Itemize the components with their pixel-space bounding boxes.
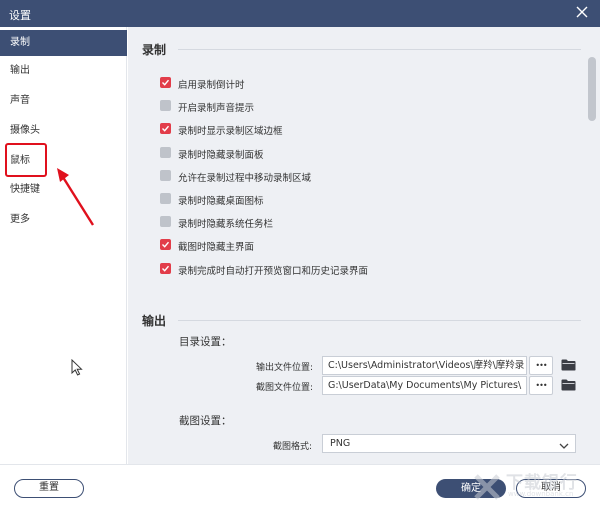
checkbox-label: 启用录制倒计时: [178, 80, 245, 91]
checkbox[interactable]: [160, 77, 171, 88]
checkbox-label: 录制时显示录制区域边框: [178, 126, 283, 137]
checkbox-label: 开启录制声音提示: [178, 103, 255, 114]
checkbox[interactable]: [160, 263, 171, 274]
sidebar-item-label: 快捷键: [10, 184, 40, 195]
checkbox[interactable]: [160, 100, 171, 111]
checkbox[interactable]: [160, 216, 171, 227]
screenshot-file-label: 截图文件位置:: [256, 383, 314, 393]
check-icon: [162, 241, 170, 248]
sidebar-item-label: 输出: [10, 65, 30, 76]
output-file-path-field[interactable]: C:\Users\Administrator\Videos\摩羚\摩羚录: [322, 356, 527, 375]
scrollbar-thumb[interactable]: [588, 57, 596, 121]
checkbox[interactable]: [160, 147, 171, 158]
browse-output-button[interactable]: •••: [529, 356, 553, 375]
watermark-logo: 下载银行 www.downbank.cn: [470, 468, 595, 506]
screenshot-settings-title: 截图设置：: [179, 415, 232, 427]
sidebar-item-label: 摄像头: [10, 125, 40, 136]
screenshot-format-value: PNG: [330, 438, 351, 449]
checkbox-label: 录制完成时自动打开预览窗口和历史记录界面: [178, 266, 369, 277]
screenshot-format-label: 截图格式:: [273, 442, 313, 452]
sidebar-item-output[interactable]: 输出: [0, 58, 127, 84]
checkbox-label: 允许在录制过程中移动录制区域: [178, 173, 312, 184]
chevron-down-icon: [559, 439, 569, 456]
output-file-label: 输出文件位置:: [256, 363, 314, 373]
mouse-cursor-icon: [71, 359, 83, 376]
sidebar-item-record[interactable]: 录制: [0, 30, 127, 56]
reset-button[interactable]: 重置: [14, 479, 84, 498]
check-icon: [162, 265, 170, 272]
dots-label: •••: [535, 381, 547, 390]
watermark-logo-icon: [474, 474, 500, 500]
sidebar-item-label: 声音: [10, 95, 30, 106]
settings-panel: 录制 启用录制倒计时 开启录制声音提示 录制时显示录制区域边框 录制时隐藏录制面…: [128, 27, 600, 464]
title-bar: 设置: [0, 0, 600, 27]
checkbox-label: 截图时隐藏主界面: [178, 242, 255, 253]
sidebar: 录制 输出 声音 摄像头 鼠标 快捷键 更多: [0, 27, 127, 464]
screenshot-file-path-field[interactable]: G:\UserData\My Documents\My Pictures\: [322, 376, 527, 395]
sidebar-item-label: 更多: [10, 214, 30, 225]
sidebar-item-audio[interactable]: 声音: [0, 88, 127, 114]
annotation-highlight-box: [5, 143, 47, 177]
browse-screenshot-button[interactable]: •••: [529, 376, 553, 395]
checkbox[interactable]: [160, 170, 171, 181]
sidebar-item-camera[interactable]: 摄像头: [0, 118, 127, 144]
window-title: 设置: [9, 9, 31, 22]
folder-icon[interactable]: [561, 379, 576, 391]
checkbox[interactable]: [160, 123, 171, 134]
sidebar-item-label: 录制: [10, 37, 30, 48]
dots-label: •••: [535, 361, 547, 370]
checkbox-label: 录制时隐藏系统任务栏: [178, 219, 274, 230]
check-icon: [162, 125, 170, 132]
checkbox-label: 录制时隐藏录制面板: [178, 150, 264, 161]
record-section-title: 录制: [142, 43, 167, 57]
watermark-url: www.downbank.cn: [508, 490, 574, 498]
folder-icon[interactable]: [561, 359, 576, 371]
checkbox[interactable]: [160, 193, 171, 204]
close-icon[interactable]: [574, 4, 590, 20]
output-section-title: 输出: [142, 314, 167, 328]
directory-settings-title: 目录设置：: [179, 336, 232, 348]
arrow-annotation: [57, 168, 95, 226]
screenshot-format-select[interactable]: PNG: [322, 434, 576, 453]
section-divider: [178, 49, 581, 50]
section-divider: [178, 320, 581, 321]
check-icon: [162, 79, 170, 86]
checkbox[interactable]: [160, 239, 171, 250]
checkbox-label: 录制时隐藏桌面图标: [178, 196, 264, 207]
